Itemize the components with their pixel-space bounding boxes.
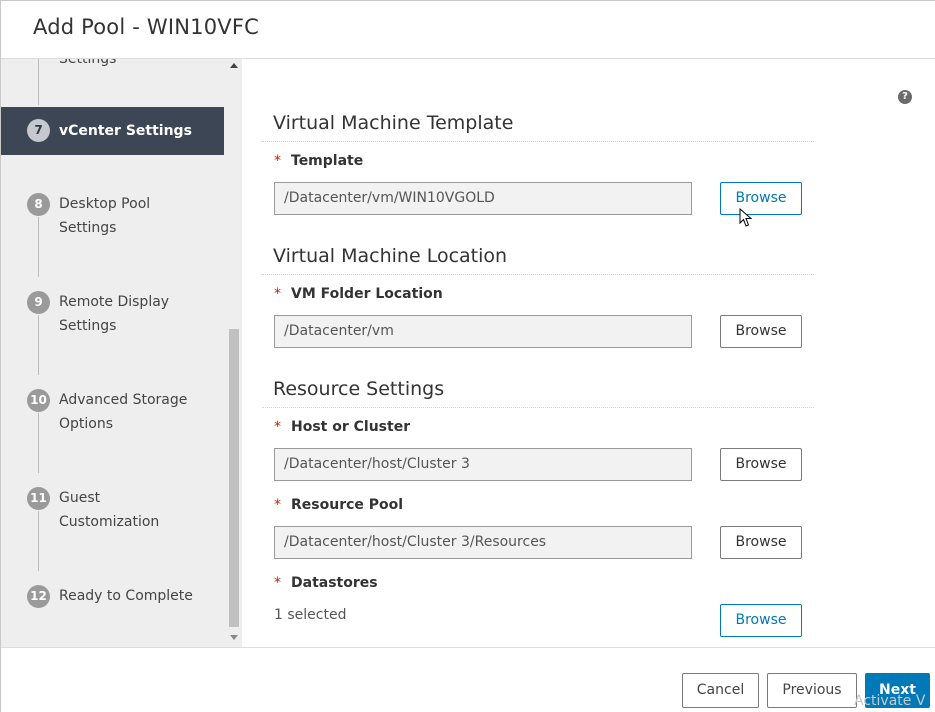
cancel-button[interactable]: Cancel [682,673,759,708]
step-label: Ready to Complete [59,588,193,604]
step-number-badge: 8 [27,193,50,216]
section-divider [262,141,814,142]
activation-watermark: Activate V [854,693,926,709]
step-label-line2: Customization [59,514,160,530]
mouse-cursor-icon [739,208,753,227]
datastores-label: * Datastores [274,575,378,591]
vm-folder-browse-button[interactable]: Browse [720,315,802,348]
step-number-badge: 10 [27,389,50,412]
step-number-badge: 11 [27,487,50,510]
template-label: * Template [274,153,364,169]
step-number-badge: 7 [27,119,50,142]
dialog-header: Add Pool - WIN10VFC [1,1,935,59]
add-pool-dialog: Add Pool - WIN10VFC Settings 7 vCenter S… [0,0,935,712]
step-label-line2: Settings [59,318,117,334]
section-title-vm-location: Virtual Machine Location [273,245,508,267]
dialog-footer: Cancel Previous Next [1,647,935,712]
required-marker: * [274,153,281,169]
step-connector [38,413,39,473]
section-divider [262,274,814,275]
sidebar-step-partial-label: Settings [59,59,117,67]
required-marker: * [274,497,281,513]
vm-folder-location-field[interactable]: /Datacenter/vm [274,315,692,348]
sidebar-scrollbar-thumb[interactable] [229,329,239,627]
sidebar-step-remote-display-settings[interactable]: 9 Remote Display Settings [1,289,224,369]
step-label: Advanced Storage [59,392,188,408]
sidebar-step-vcenter-settings[interactable]: 7 vCenter Settings [1,107,224,155]
wizard-steps-sidebar: Settings 7 vCenter Settings 8 Desktop Po… [1,59,242,647]
step-label: Guest [59,490,101,506]
section-title-vm-template: Virtual Machine Template [273,112,514,134]
template-browse-button[interactable]: Browse [720,182,802,215]
help-icon[interactable]: ? [898,90,912,104]
step-connector [38,59,39,105]
step-number-badge: 12 [27,585,50,608]
vcenter-settings-panel: ? Virtual Machine Template * Template /Da… [242,59,935,647]
resource-pool-field[interactable]: /Datacenter/host/Cluster 3/Resources [274,526,692,559]
step-label-line2: Options [59,416,114,432]
template-field[interactable]: /Datacenter/vm/WIN10VGOLD [274,182,692,215]
step-label: vCenter Settings [59,123,192,139]
vm-folder-location-label: * VM Folder Location [274,286,443,302]
required-marker: * [274,286,281,302]
dialog-title: Add Pool - WIN10VFC [33,15,260,39]
step-label: Remote Display [59,294,170,310]
resource-pool-browse-button[interactable]: Browse [720,526,802,559]
required-marker: * [274,419,281,435]
step-connector [38,315,39,375]
sidebar-step-guest-customization[interactable]: 11 Guest Customization [1,485,224,565]
required-marker: * [274,575,281,591]
scroll-down-arrow-icon[interactable] [230,635,238,640]
section-title-resource-settings: Resource Settings [273,378,445,400]
resource-pool-label: * Resource Pool [274,497,404,513]
section-divider [262,407,814,408]
host-or-cluster-label: * Host or Cluster [274,419,411,435]
host-or-cluster-browse-button[interactable]: Browse [720,448,802,481]
scroll-up-arrow-icon[interactable] [230,63,238,68]
datastores-browse-button[interactable]: Browse [720,604,802,637]
datastores-selected-count: 1 selected [274,607,347,623]
sidebar-step-advanced-storage-options[interactable]: 10 Advanced Storage Options [1,387,224,467]
sidebar-step-ready-to-complete[interactable]: 12 Ready to Complete [1,583,224,613]
step-connector [38,511,39,571]
step-connector [38,217,39,277]
sidebar-step-desktop-pool-settings[interactable]: 8 Desktop Pool Settings [1,191,224,271]
step-number-badge: 9 [27,291,50,314]
step-label-line2: Settings [59,220,117,236]
step-label: Desktop Pool [59,196,151,212]
host-or-cluster-field[interactable]: /Datacenter/host/Cluster 3 [274,448,692,481]
previous-button[interactable]: Previous [767,673,857,708]
